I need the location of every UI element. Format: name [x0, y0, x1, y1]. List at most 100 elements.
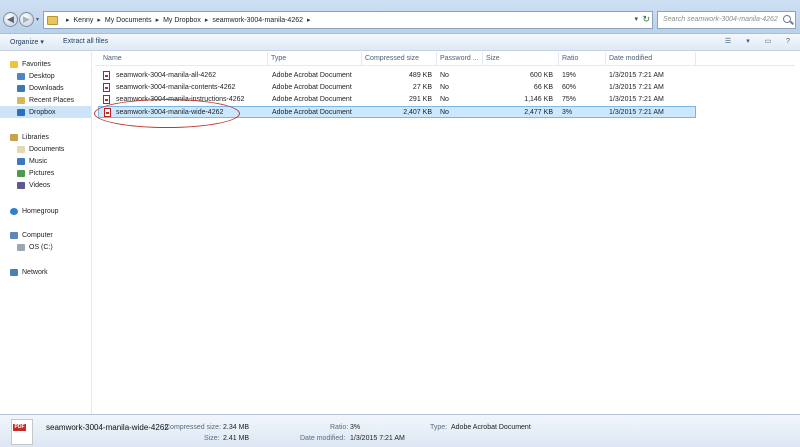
sidebar-item-desktop[interactable]: Desktop: [0, 70, 91, 82]
file-password: No: [440, 96, 449, 103]
breadcrumb-my-documents[interactable]: My Documents: [105, 17, 152, 24]
extract-all-files-button[interactable]: Extract all files: [63, 38, 108, 45]
sidebar-item-label: Videos: [29, 181, 51, 189]
recent-pages-dropdown-icon[interactable]: ▾: [36, 16, 39, 23]
sidebar-item-homegroup[interactable]: Homegroup: [0, 205, 91, 217]
chevron-right-icon[interactable]: ▸: [205, 16, 209, 24]
navigation-pane: Favorites Desktop Downloads Recent Place…: [0, 52, 92, 414]
pdf-file-icon: [103, 71, 110, 80]
details-compressed-label: Compressed size:: [165, 424, 222, 431]
downloads-icon: [17, 84, 25, 92]
column-header-date-modified[interactable]: Date modified: [606, 52, 696, 65]
breadcrumb-kenny[interactable]: Kenny: [74, 17, 94, 24]
column-header-name[interactable]: Name: [100, 52, 268, 65]
sidebar-item-label: Documents: [29, 145, 65, 153]
organize-button[interactable]: Organize ▾: [10, 38, 44, 46]
back-button[interactable]: ◀: [3, 12, 18, 27]
pdf-badge: PDF: [13, 424, 26, 431]
sidebar-item-videos[interactable]: Videos: [0, 179, 91, 191]
computer-icon: [10, 231, 18, 239]
sidebar-item-favorites[interactable]: Favorites: [0, 58, 91, 70]
file-row[interactable]: seamwork-3004-manila-all-4262 Adobe Acro…: [98, 70, 696, 82]
sidebar-item-label: OS (C:): [29, 243, 53, 251]
folder-icon: [47, 15, 58, 25]
search-placeholder: Search seamwork-3004-manila-4262: [663, 16, 778, 23]
sidebar-item-label: Network: [22, 268, 48, 276]
address-dropdown-icon[interactable]: ▾: [634, 15, 638, 23]
file-name: seamwork-3004-manila-all-4262: [116, 72, 216, 79]
header-divider: [95, 65, 795, 66]
help-icon[interactable]: ?: [782, 37, 794, 47]
column-header-type[interactable]: Type: [268, 52, 362, 65]
recent-places-icon: [17, 96, 25, 104]
file-compressed-size: 489 KB: [409, 72, 432, 79]
sidebar-item-os-c[interactable]: OS (C:): [0, 241, 91, 253]
file-name: seamwork-3004-manila-contents-4262: [116, 84, 236, 91]
details-type-label: Type:: [430, 424, 448, 431]
network-icon: [10, 268, 18, 276]
column-header-compressed-size[interactable]: Compressed size: [362, 52, 437, 65]
file-row[interactable]: seamwork-3004-manila-contents-4262 Adobe…: [98, 82, 696, 94]
sidebar-item-recent-places[interactable]: Recent Places: [0, 94, 91, 106]
file-type: Adobe Acrobat Document: [272, 72, 352, 79]
file-size: 1,146 KB: [524, 96, 553, 103]
details-size-label: Size:: [204, 435, 220, 442]
column-header-ratio[interactable]: Ratio: [559, 52, 606, 65]
forward-button[interactable]: ▶: [19, 12, 34, 27]
annotation-ellipse: [94, 99, 240, 128]
file-ratio: 3%: [562, 109, 573, 116]
search-icon[interactable]: [783, 15, 791, 23]
column-header-password[interactable]: Password ...: [437, 52, 483, 65]
drive-icon: [17, 243, 25, 251]
details-pane: PDF seamwork-3004-manila-wide-4262 Compr…: [0, 414, 800, 447]
sidebar-item-libraries[interactable]: Libraries: [0, 131, 91, 143]
documents-icon: [17, 145, 25, 153]
file-type: Adobe Acrobat Document: [272, 96, 352, 103]
desktop-icon: [17, 72, 25, 80]
sidebar-item-network[interactable]: Network: [0, 266, 91, 278]
chevron-right-icon[interactable]: ▸: [307, 16, 311, 24]
file-compressed-size: 2,407 KB: [403, 109, 432, 116]
sidebar-item-music[interactable]: Music: [0, 155, 91, 167]
chevron-right-icon[interactable]: ▸: [66, 16, 70, 24]
sidebar-item-computer[interactable]: Computer: [0, 229, 91, 241]
preview-pane-icon[interactable]: ▭: [762, 37, 774, 47]
breadcrumb-current-folder[interactable]: seamwork-3004-manila-4262: [212, 17, 303, 24]
file-compressed-size: 291 KB: [409, 96, 432, 103]
dropbox-icon: [17, 108, 25, 116]
details-ratio-label: Ratio:: [330, 424, 349, 431]
details-file-name: seamwork-3004-manila-wide-4262: [46, 423, 169, 432]
sidebar-item-downloads[interactable]: Downloads: [0, 82, 91, 94]
file-password: No: [440, 72, 449, 79]
file-type: Adobe Acrobat Document: [272, 109, 352, 116]
change-view-icon[interactable]: ☰: [722, 37, 734, 47]
sidebar-item-dropbox[interactable]: Dropbox: [0, 106, 91, 118]
sidebar-item-pictures[interactable]: Pictures: [0, 167, 91, 179]
title-bar: ◀ ▶ ▾ ▸ Kenny ▸ My Documents ▸ My Dropbo…: [0, 0, 800, 34]
column-header-size[interactable]: Size: [483, 52, 559, 65]
breadcrumb-my-dropbox[interactable]: My Dropbox: [163, 17, 201, 24]
sidebar-item-documents[interactable]: Documents: [0, 143, 91, 155]
file-size: 66 KB: [533, 84, 553, 91]
pdf-file-icon: [103, 83, 110, 92]
homegroup-icon: [10, 207, 18, 215]
file-date: 1/3/2015 7:21 AM: [609, 109, 664, 116]
videos-icon: [17, 181, 25, 189]
address-bar[interactable]: ▸ Kenny ▸ My Documents ▸ My Dropbox ▸ se…: [43, 11, 653, 29]
details-date-value: 1/3/2015 7:21 AM: [350, 435, 405, 442]
music-icon: [17, 157, 25, 165]
details-size-value: 2.41 MB: [223, 435, 250, 442]
file-ratio: 75%: [562, 96, 577, 103]
chevron-right-icon[interactable]: ▸: [156, 16, 160, 24]
search-input[interactable]: Search seamwork-3004-manila-4262: [657, 11, 796, 29]
refresh-icon[interactable]: ↻: [642, 14, 650, 25]
sidebar-item-label: Homegroup: [22, 207, 59, 215]
sidebar-item-label: Recent Places: [29, 96, 75, 104]
sidebar-item-label: Desktop: [29, 72, 55, 80]
details-date-label: Date modified:: [300, 435, 346, 442]
sidebar-item-label: Music: [29, 157, 48, 165]
chevron-right-icon[interactable]: ▸: [97, 16, 101, 24]
file-password: No: [440, 109, 449, 116]
file-ratio: 60%: [562, 84, 577, 91]
view-dropdown-icon[interactable]: ▾: [742, 37, 754, 47]
